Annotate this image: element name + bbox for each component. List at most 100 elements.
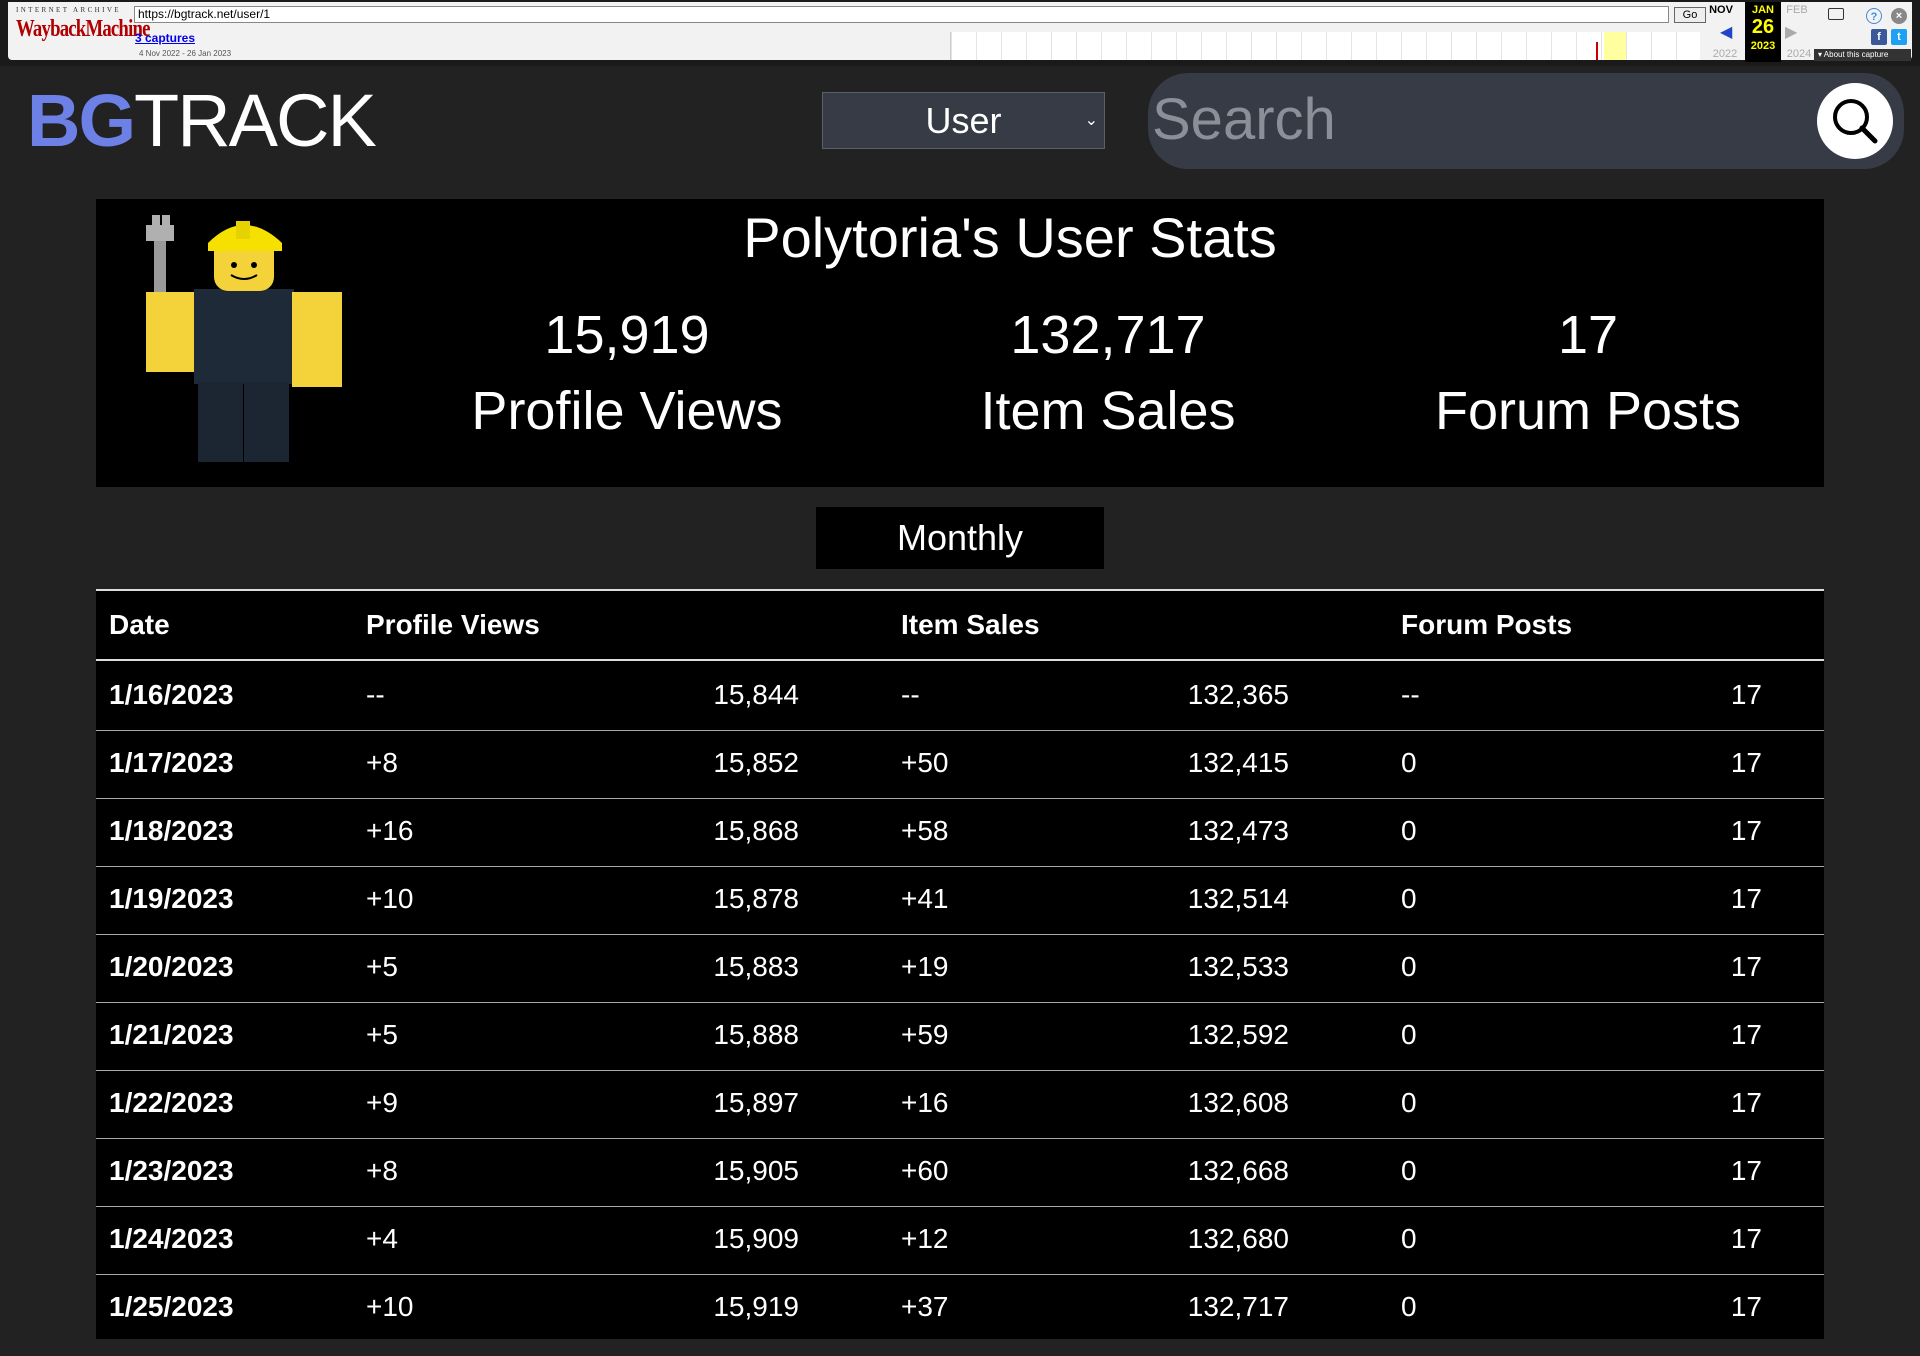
cell-forum-posts: 17 <box>1730 747 1762 778</box>
cell-item-sales: 132,717 <box>1187 1291 1289 1322</box>
cell-date: 1/18/2023 <box>109 815 234 846</box>
search-type-value: User <box>925 100 1002 141</box>
cell-date: 1/16/2023 <box>109 679 234 710</box>
cell-date: 1/24/2023 <box>109 1223 234 1254</box>
prev-capture-arrow-icon[interactable]: ◀ <box>1720 22 1732 42</box>
wayback-cur-month: JAN <box>1751 4 1774 16</box>
wayback-logo[interactable]: INTERNET ARCHIVE WaybackMachine <box>16 6 150 52</box>
sparkline-capture-marker <box>1596 42 1598 60</box>
cell-profile-views-change: +8 <box>366 747 398 778</box>
cell-profile-views: 15,883 <box>713 951 799 982</box>
stat-value: 15,919 <box>544 305 710 365</box>
wayback-prev-month[interactable]: NOV <box>1703 4 1739 16</box>
cell-forum-posts-change: 0 <box>1401 747 1417 778</box>
twitter-icon[interactable]: t <box>1891 29 1907 45</box>
stats-table: Date Profile Views Item Sales Forum Post… <box>96 589 1824 1339</box>
header-item-sales: Item Sales <box>901 609 1040 640</box>
cell-profile-views: 15,897 <box>713 1087 799 1118</box>
next-capture-arrow-icon: ▶ <box>1785 24 1798 41</box>
facebook-icon[interactable]: f <box>1871 29 1887 45</box>
wayback-toolbar: INTERNET ARCHIVE WaybackMachine https://… <box>0 0 1920 66</box>
search-button[interactable] <box>1817 83 1893 159</box>
header-date: Date <box>109 609 170 640</box>
table-row: 1/20/2023 +5 15,883 +19 132,533 0 17 <box>96 935 1824 1003</box>
header-forum-posts: Forum Posts <box>1401 609 1573 640</box>
cell-item-sales: 132,668 <box>1187 1155 1289 1186</box>
cell-item-sales-change: +60 <box>901 1155 949 1186</box>
cell-item-sales: 132,415 <box>1187 747 1289 778</box>
cell-forum-posts: 17 <box>1730 1155 1762 1186</box>
search-input[interactable] <box>1152 87 1812 151</box>
search-bar <box>1148 73 1904 169</box>
cell-profile-views: 15,878 <box>713 883 799 914</box>
cell-forum-posts: 17 <box>1730 1087 1762 1118</box>
cell-item-sales-change: +58 <box>901 815 949 846</box>
cell-profile-views-change: +9 <box>366 1087 398 1118</box>
cell-profile-views-change: +5 <box>366 1019 398 1050</box>
wayback-cur-day: 26 <box>1751 16 1775 38</box>
table-row: 1/17/2023 +8 15,852 +50 132,415 0 17 <box>96 731 1824 799</box>
about-capture-dropdown[interactable]: ▾ About this capture <box>1814 49 1911 61</box>
wayback-toolbar-panel: INTERNET ARCHIVE WaybackMachine https://… <box>8 2 1912 62</box>
wayback-next-month: FEB <box>1786 4 1808 16</box>
cell-forum-posts-change: 0 <box>1401 1155 1417 1186</box>
cell-forum-posts: 17 <box>1730 1019 1762 1050</box>
cell-forum-posts-change: 0 <box>1401 883 1417 914</box>
monthly-button[interactable]: Monthly <box>816 507 1104 569</box>
cell-item-sales-change: +37 <box>901 1291 949 1322</box>
cell-item-sales-change: -- <box>901 679 920 710</box>
cell-item-sales: 132,473 <box>1187 815 1289 846</box>
wayback-url-input[interactable]: https://bgtrack.net/user/1 <box>134 6 1669 23</box>
cell-forum-posts-change: 0 <box>1401 1291 1417 1322</box>
cell-item-sales: 132,365 <box>1187 679 1289 710</box>
site-logo[interactable]: BGTRACK <box>27 84 377 158</box>
wayback-captures-link[interactable]: 3 captures <box>135 31 195 45</box>
cell-item-sales: 132,680 <box>1187 1223 1289 1254</box>
header-profile-views: Profile Views <box>366 609 540 640</box>
table-row: 1/18/2023 +16 15,868 +58 132,473 0 17 <box>96 799 1824 867</box>
cell-profile-views-change: +16 <box>366 815 414 846</box>
cell-profile-views: 15,852 <box>713 747 799 778</box>
cell-forum-posts-change: 0 <box>1401 1019 1417 1050</box>
cell-item-sales-change: +16 <box>901 1087 949 1118</box>
cell-forum-posts: 17 <box>1730 679 1762 710</box>
table-row: 1/21/2023 +5 15,888 +59 132,592 0 17 <box>96 1003 1824 1071</box>
wayback-next-year: 2024 <box>1786 48 1812 60</box>
table-row: 1/22/2023 +9 15,897 +16 132,608 0 17 <box>96 1071 1824 1139</box>
cell-forum-posts-change: 0 <box>1401 1223 1417 1254</box>
cell-date: 1/25/2023 <box>109 1291 234 1322</box>
wayback-sparkline[interactable] <box>950 32 1700 60</box>
wayback-go-button[interactable]: Go <box>1674 7 1706 23</box>
cell-date: 1/19/2023 <box>109 883 234 914</box>
table-row: 1/16/2023 -- 15,844 -- 132,365 -- 17 <box>96 663 1824 731</box>
table-row: 1/23/2023 +8 15,905 +60 132,668 0 17 <box>96 1139 1824 1207</box>
search-type-select[interactable]: User ⌄ <box>822 92 1105 149</box>
search-icon <box>1833 99 1878 144</box>
cell-item-sales: 132,592 <box>1187 1019 1289 1050</box>
user-stats-panel: Polytoria's User Stats 15,919 Profile Vi… <box>96 199 1824 487</box>
wayback-current-date: JAN 26 2023 <box>1745 2 1781 62</box>
cell-profile-views: 15,868 <box>713 815 799 846</box>
cell-item-sales-change: +12 <box>901 1223 949 1254</box>
cell-forum-posts: 17 <box>1730 1291 1762 1322</box>
cell-date: 1/21/2023 <box>109 1019 234 1050</box>
help-icon[interactable]: ? <box>1866 8 1882 24</box>
logo-bg-text: BG <box>27 79 136 162</box>
cell-forum-posts: 17 <box>1730 951 1762 982</box>
close-icon[interactable]: × <box>1891 8 1907 24</box>
cell-profile-views: 15,905 <box>713 1155 799 1186</box>
wayback-prev-year: 2022 <box>1712 48 1738 60</box>
cell-profile-views-change: +5 <box>366 951 398 982</box>
cell-item-sales-change: +50 <box>901 747 949 778</box>
calendar-icon[interactable] <box>1828 8 1844 20</box>
chevron-down-icon: ⌄ <box>1084 112 1098 129</box>
page-title: Polytoria's User Stats <box>743 206 1277 269</box>
cell-date: 1/17/2023 <box>109 747 234 778</box>
cell-profile-views-change: +10 <box>366 883 414 914</box>
cell-date: 1/23/2023 <box>109 1155 234 1186</box>
cell-forum-posts-change: 0 <box>1401 951 1417 982</box>
cell-forum-posts: 17 <box>1730 1223 1762 1254</box>
cell-profile-views-change: +8 <box>366 1155 398 1186</box>
cell-date: 1/22/2023 <box>109 1087 234 1118</box>
stat-label: Item Sales <box>980 381 1236 441</box>
